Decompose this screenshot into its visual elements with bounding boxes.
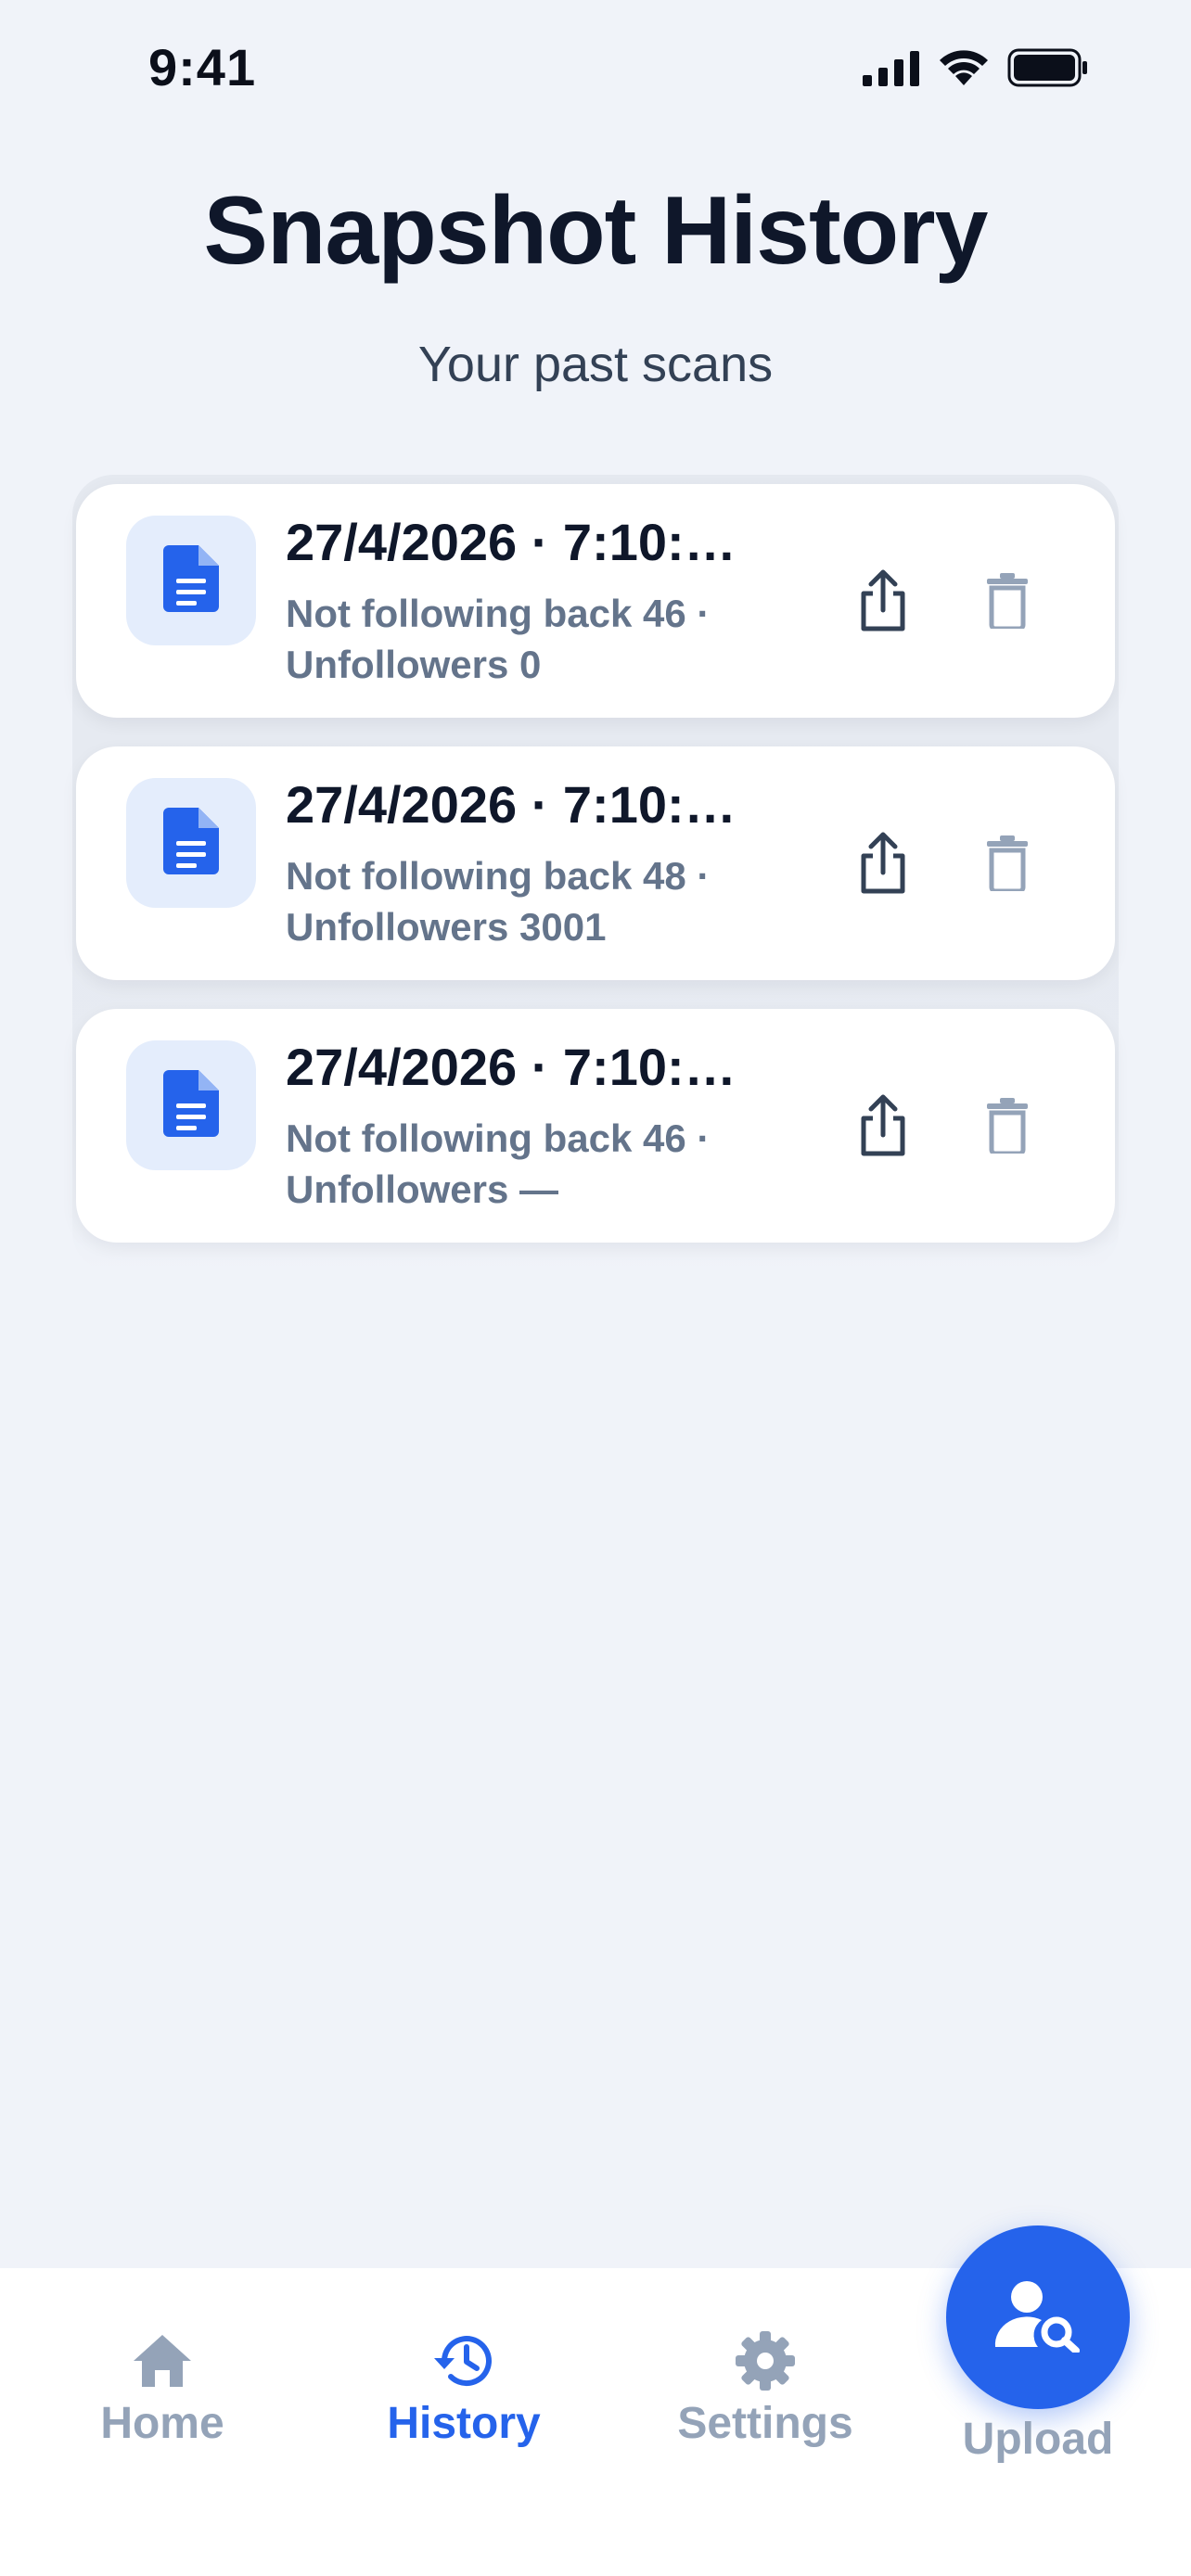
snapshot-unfollowers: Unfollowers 0 <box>286 643 542 686</box>
snapshot-details: Not following back 46 · Unfollowers — <box>286 1113 805 1215</box>
status-bar: 9:41 <box>0 0 1191 139</box>
share-button[interactable] <box>846 566 920 640</box>
share-button[interactable] <box>846 828 920 902</box>
upload-label: Upload <box>962 2415 1114 2464</box>
delete-button[interactable] <box>970 566 1044 640</box>
snapshot-title: 27/4/2026 · 7:10:… <box>286 513 736 571</box>
history-icon <box>362 2324 566 2398</box>
snapshot-not-following-back: Not following back 48 · <box>286 854 711 898</box>
snapshot-title: 27/4/2026 · 7:10:… <box>286 775 736 834</box>
document-icon <box>163 544 219 617</box>
snapshot-card[interactable]: 27/4/2026 · 7:10:… Not following back 48… <box>76 746 1115 980</box>
share-button[interactable] <box>846 1090 920 1165</box>
snapshot-not-following-back: Not following back 46 · <box>286 1116 711 1160</box>
home-icon <box>60 2324 264 2398</box>
gear-icon <box>663 2324 867 2398</box>
tab-home-label: Home <box>100 2399 224 2448</box>
snapshot-unfollowers: Unfollowers 3001 <box>286 905 607 949</box>
snapshot-file-badge <box>126 778 256 908</box>
snapshot-title: 27/4/2026 · 7:10:… <box>286 1038 736 1096</box>
document-icon <box>163 807 219 879</box>
page-title: Snapshot History <box>203 177 989 285</box>
tab-settings-label: Settings <box>677 2399 853 2448</box>
trash-icon <box>985 572 1030 633</box>
delete-button[interactable] <box>970 1090 1044 1165</box>
snapshot-unfollowers: Unfollowers — <box>286 1167 559 1211</box>
snapshot-file-badge <box>126 516 256 645</box>
battery-icon <box>1007 48 1089 92</box>
snapshot-card[interactable]: 27/4/2026 · 7:10:… Not following back 46… <box>76 1009 1115 1243</box>
trash-icon <box>985 835 1030 896</box>
share-icon <box>858 1094 908 1162</box>
delete-button[interactable] <box>970 828 1044 902</box>
wifi-icon <box>937 48 991 92</box>
document-icon <box>163 1069 219 1141</box>
snapshot-details: Not following back 46 · Unfollowers 0 <box>286 588 805 690</box>
user-search-icon <box>993 2278 1082 2357</box>
upload-button[interactable] <box>946 2225 1130 2409</box>
status-time: 9:41 <box>148 38 257 96</box>
share-icon <box>858 569 908 637</box>
status-icons <box>863 48 1089 92</box>
share-icon <box>858 832 908 899</box>
snapshot-card[interactable]: 27/4/2026 · 7:10:… Not following back 46… <box>76 484 1115 718</box>
trash-icon <box>985 1097 1030 1158</box>
snapshot-not-following-back: Not following back 46 · <box>286 592 711 635</box>
snapshot-details: Not following back 48 · Unfollowers 3001 <box>286 850 805 952</box>
cellular-signal-icon <box>863 49 920 91</box>
snapshot-file-badge <box>126 1040 256 1170</box>
page-subtitle: Your past scans <box>417 337 774 392</box>
tab-history-label: History <box>387 2399 541 2448</box>
